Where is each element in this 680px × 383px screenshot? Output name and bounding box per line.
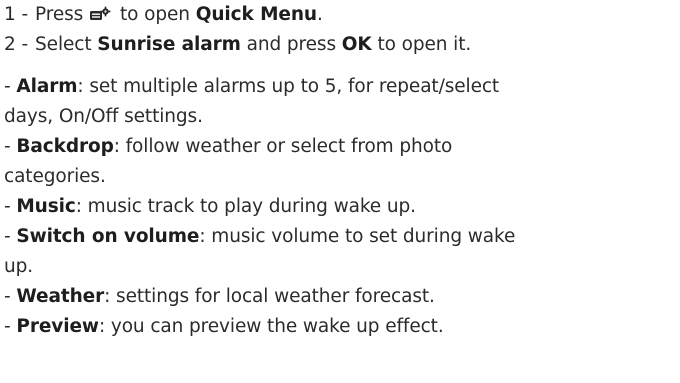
setting-term: Alarm: [16, 76, 78, 97]
setting-description: : music track to play during wake up.: [75, 196, 416, 217]
setting-description: : settings for local weather forecast.: [104, 286, 435, 307]
setting-music: - Music: music track to play during wake…: [4, 192, 676, 222]
setting-term: Music: [16, 196, 76, 217]
setting-term: Backdrop: [16, 136, 114, 157]
step-2: 2 - Select Sunrise alarm and press OK to …: [4, 30, 676, 60]
step-text: Select: [35, 34, 98, 55]
setting-backdrop: - Backdrop: follow weather or select fro…: [4, 132, 676, 162]
setting-alarm: - Alarm: set multiple alarms up to 5, fo…: [4, 72, 676, 102]
manual-excerpt: 1 - Press to open Quick Menu. 2 - Select S…: [4, 0, 676, 342]
bullet-dash: -: [4, 316, 17, 337]
setting-description: : follow weather or select from photo: [113, 136, 453, 157]
step-text: .: [316, 4, 323, 25]
bullet-dash: -: [4, 226, 17, 247]
setting-weather: - Weather: settings for local weather fo…: [4, 282, 676, 312]
quick-menu-icon: [90, 6, 111, 20]
setting-term: Preview: [16, 316, 99, 337]
step-text: Press: [35, 4, 84, 25]
setting-preview: - Preview: you can preview the wake up e…: [4, 312, 676, 342]
ok-label: OK: [341, 34, 372, 55]
setting-alarm-continued: days, On/Off settings.: [4, 106, 203, 127]
step-text: to open it.: [371, 34, 472, 55]
setting-switch-on-volume-continued: up.: [4, 256, 34, 277]
step-1: 1 - Press to open Quick Menu.: [4, 0, 676, 30]
setting-description: : you can preview the wake up effect.: [98, 316, 444, 337]
bullet-dash: -: [4, 196, 17, 217]
setting-term: Switch on volume: [16, 226, 200, 247]
setting-description: : music volume to set during wake: [199, 226, 516, 247]
step-number: 1 -: [4, 4, 29, 25]
setting-term: Weather: [16, 286, 105, 307]
bullet-dash: -: [4, 136, 17, 157]
setting-switch-on-volume: - Switch on volume: music volume to set …: [4, 222, 676, 252]
step-text: and press: [240, 34, 342, 55]
sunrise-alarm-label: Sunrise alarm: [97, 34, 241, 55]
step-text: to open: [114, 4, 196, 25]
setting-backdrop-continued: categories.: [4, 166, 106, 187]
bullet-dash: -: [4, 76, 17, 97]
bullet-dash: -: [4, 286, 17, 307]
quick-menu-label: Quick Menu: [195, 4, 317, 25]
setting-description: : set multiple alarms up to 5, for repea…: [77, 76, 500, 97]
step-number: 2 -: [4, 34, 29, 55]
